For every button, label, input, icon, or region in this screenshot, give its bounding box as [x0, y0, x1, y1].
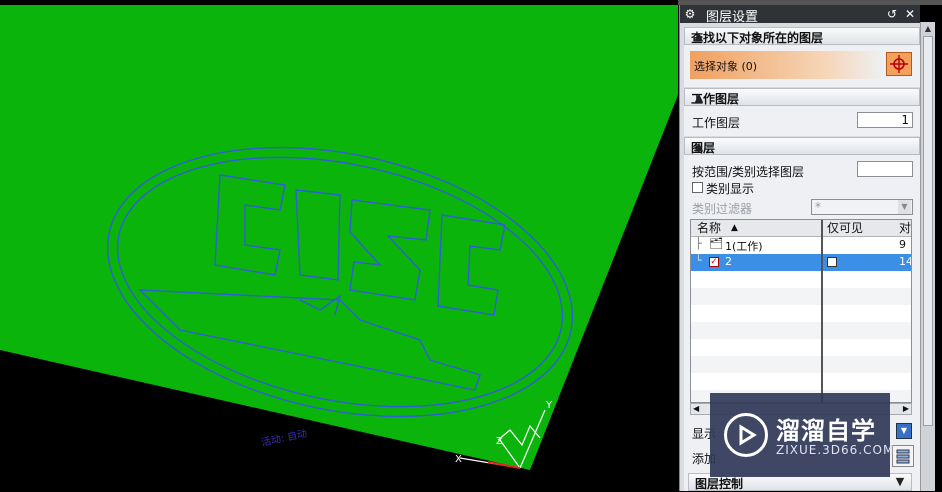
panel-title: 图层设置 [706, 10, 759, 25]
layer-name: 2 [725, 255, 732, 268]
find-layer-body: 选择对象 (0) [684, 45, 920, 87]
select-object-field[interactable]: 选择对象 (0) [690, 51, 884, 79]
reset-icon[interactable]: ↺ [884, 6, 900, 22]
play-icon [739, 424, 757, 446]
tree-line-icon: └ [695, 254, 702, 267]
layer-object-count: 9 [899, 238, 906, 251]
column-visible-only[interactable]: 仅可见 [827, 220, 863, 236]
display-dropdown-button[interactable]: ▼ [896, 423, 912, 439]
empty-row [691, 322, 911, 339]
axis-x-label: X [455, 454, 462, 465]
close-icon[interactable]: ✕ [902, 6, 918, 22]
work-layer-icon: 🗂 [709, 237, 723, 250]
scroll-left-icon[interactable]: ◀ [693, 404, 699, 413]
crosshair-icon [890, 55, 908, 73]
axis-z-label: Z [496, 436, 503, 447]
tree-line-icon: ├ [695, 237, 702, 250]
layers-stack-icon [896, 449, 910, 464]
layer-row-selected[interactable]: └ ✓ 2 14 [691, 254, 911, 271]
select-object-label: 选择对象 (0) [694, 60, 758, 73]
empty-row [691, 288, 911, 305]
find-layer-title: 查找以下对象所在的图层 [691, 31, 824, 45]
watermark: 溜溜自学 ZIXUE.3D66.COM [710, 393, 893, 477]
collapse-icon[interactable]: ▲ [691, 139, 707, 155]
category-filter-select[interactable]: * ▼ [811, 199, 913, 215]
model-canvas: 活动: 自动 X Y Z [0, 5, 678, 470]
chevron-down-icon[interactable]: ▼ [898, 200, 911, 214]
watermark-name: 溜溜自学 [776, 417, 876, 445]
panel-titlebar: ⚙ 图层设置 ↺ ✕ [680, 5, 920, 25]
range-select-label: 按范围/类别选择图层 [692, 165, 805, 179]
find-layer-header[interactable]: 查找以下对象所在的图层 ▲ [684, 27, 920, 45]
category-filter-label: 类别过滤器 [692, 202, 753, 216]
scroll-up-icon[interactable]: ▲ [922, 23, 934, 35]
layer-list-header: 名称 ▲ 仅可见 对 [691, 220, 911, 237]
sort-ascending-icon[interactable]: ▲ [731, 220, 738, 236]
graphics-viewport[interactable]: 活动: 自动 X Y Z [0, 0, 678, 491]
column-divider[interactable] [821, 220, 823, 402]
range-select-input[interactable] [857, 161, 913, 177]
collapse-icon[interactable]: ▲ [691, 90, 707, 106]
layer-object-count: 14 [899, 255, 912, 268]
panel-scrollbar[interactable]: ▲ [920, 22, 935, 491]
chevron-down-icon[interactable]: ▼ [892, 474, 908, 490]
gear-icon[interactable]: ⚙ [682, 6, 698, 22]
layers-header[interactable]: 图层 ▲ [684, 137, 920, 155]
watermark-logo [724, 413, 768, 457]
axis-y-label: Y [545, 400, 553, 411]
layer-visible-checkbox[interactable]: ✓ [709, 257, 719, 267]
layer-row[interactable]: ├ 🗂 1(工作) 9 [691, 237, 911, 254]
visible-only-checkbox[interactable] [827, 257, 837, 267]
select-object-button[interactable] [886, 52, 912, 76]
work-layer-label: 工作图层 [692, 116, 741, 130]
empty-row [691, 356, 911, 373]
work-layer-input[interactable]: 1 [857, 112, 913, 128]
column-count[interactable]: 对 [899, 220, 911, 236]
layer-name: 1(工作) [725, 240, 763, 253]
work-layer-body: 工作图层 1 [684, 106, 920, 136]
layer-control-title: 图层控制 [695, 477, 744, 491]
watermark-url: ZIXUE.3D66.COM [776, 443, 895, 457]
active-mode-label: 活动: 自动 [260, 427, 308, 449]
add-category-button[interactable] [892, 445, 914, 467]
layer-list[interactable]: 名称 ▲ 仅可见 对 ├ 🗂 1(工作) 9 └ ✓ 2 14 [690, 219, 912, 403]
collapse-icon[interactable]: ▲ [691, 29, 707, 45]
category-display-label: 类别显示 [706, 182, 755, 196]
scrollbar-thumb[interactable] [923, 36, 933, 426]
category-filter-value: * [815, 200, 821, 214]
category-display-checkbox[interactable] [692, 182, 703, 193]
column-name[interactable]: 名称 [697, 220, 721, 236]
scroll-right-icon[interactable]: ▶ [903, 404, 909, 413]
work-layer-header[interactable]: 工作图层 ▲ [684, 88, 920, 106]
